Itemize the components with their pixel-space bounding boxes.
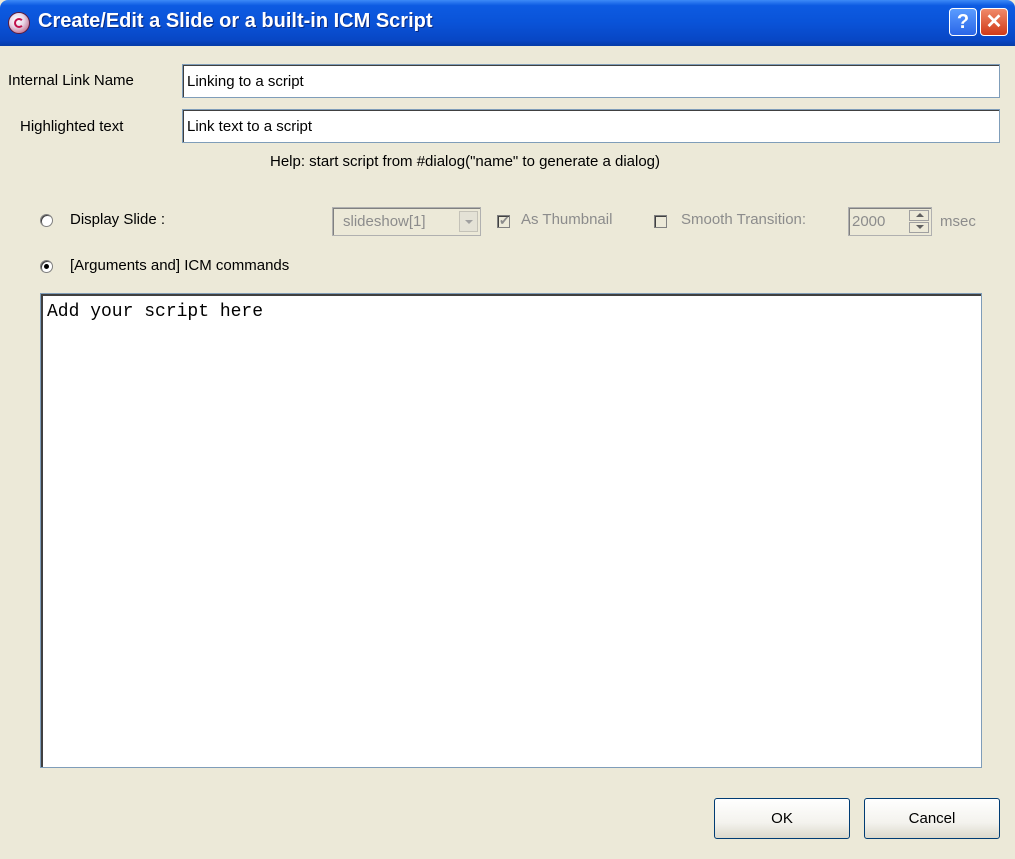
icm-commands-radio[interactable] — [40, 260, 53, 273]
as-thumbnail-checkbox[interactable]: ✔ — [497, 213, 510, 228]
transition-ms-stepper[interactable]: 2000 — [848, 207, 932, 236]
checkmark-icon: ✔ — [499, 213, 510, 228]
display-slide-label: Display Slide : — [70, 211, 166, 228]
slideshow-select-value: slideshow[1] — [343, 213, 426, 230]
transition-ms-value: 2000 — [852, 213, 886, 230]
msec-label: msec — [940, 213, 976, 230]
radio-selected-dot — [44, 264, 49, 269]
highlighted-text-label: Highlighted text — [20, 118, 124, 135]
display-slide-radio[interactable] — [40, 214, 53, 227]
stepper-up-icon[interactable] — [909, 210, 929, 221]
chevron-down-icon[interactable] — [459, 211, 478, 232]
internal-link-name-label: Internal Link Name — [8, 72, 134, 89]
help-button[interactable]: ? — [949, 8, 977, 36]
close-button[interactable]: ✕ — [980, 8, 1008, 36]
script-textarea[interactable]: Add your script here — [41, 294, 981, 767]
highlighted-text-input[interactable] — [183, 110, 999, 142]
internal-link-name-input[interactable] — [183, 65, 999, 97]
app-icon — [8, 12, 30, 34]
as-thumbnail-label: As Thumbnail — [521, 211, 613, 228]
stepper-buttons — [909, 210, 929, 233]
help-text: Help: start script from #dialog("name" t… — [270, 153, 661, 170]
cancel-button[interactable]: Cancel — [864, 798, 1000, 839]
smooth-transition-checkbox[interactable] — [654, 215, 667, 228]
title-bar: Create/Edit a Slide or a built-in ICM Sc… — [0, 0, 1015, 46]
window-title: Create/Edit a Slide or a built-in ICM Sc… — [38, 10, 433, 32]
icm-commands-label: [Arguments and] ICM commands — [70, 257, 290, 274]
script-editor[interactable]: Add your script here — [40, 293, 982, 768]
smooth-transition-label: Smooth Transition: — [681, 211, 807, 228]
ok-button[interactable]: OK — [714, 798, 850, 839]
slideshow-select[interactable]: slideshow[1] — [332, 207, 481, 236]
highlighted-text-field[interactable] — [182, 109, 1000, 143]
internal-link-name-field[interactable] — [182, 64, 1000, 98]
stepper-down-icon[interactable] — [909, 222, 929, 233]
